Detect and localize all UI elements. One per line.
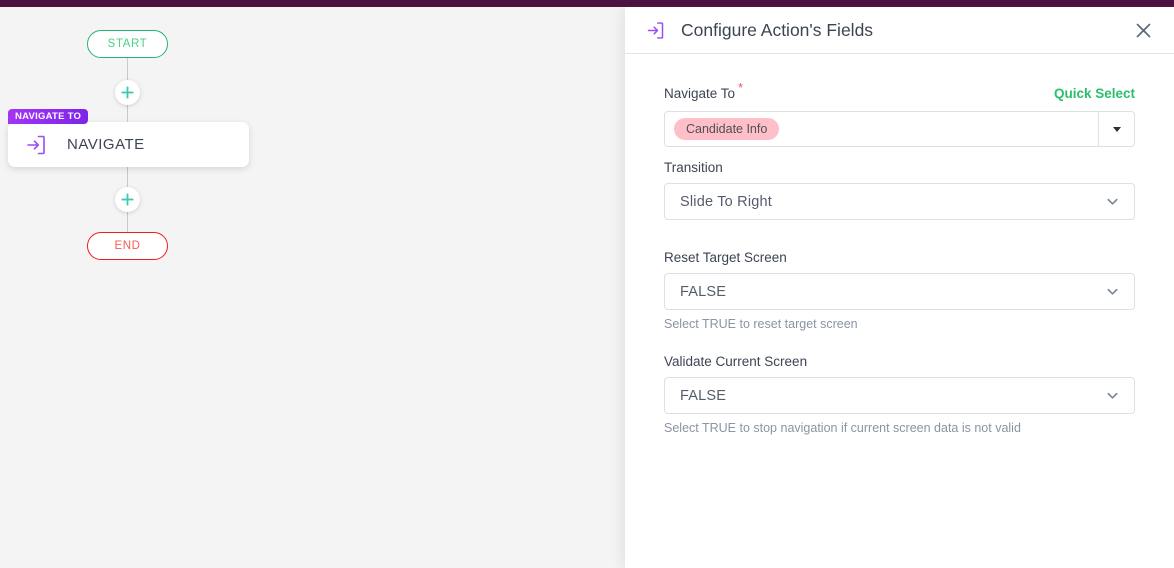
panel-body: Navigate To * Quick Select Candidate Info xyxy=(625,54,1174,435)
transition-select[interactable]: Slide To Right xyxy=(664,183,1135,220)
reset-target-screen-help: Select TRUE to reset target screen xyxy=(664,317,858,331)
field-label-row: Validate Current Screen xyxy=(664,354,1135,369)
caret-down-icon xyxy=(1112,126,1121,132)
field-label-row: Transition xyxy=(664,160,1135,175)
add-step-button-top[interactable] xyxy=(115,80,140,105)
field-label-navigate-to: Navigate To * xyxy=(664,81,743,103)
add-step-button-bottom[interactable] xyxy=(115,187,140,212)
chevron-down-icon xyxy=(1107,392,1118,399)
navigate-arrow-into-box-icon xyxy=(27,135,45,154)
app-root: START NAVIGATE TO NAVIGATE END Configure… xyxy=(0,0,1174,568)
chevron-down-icon xyxy=(1107,198,1118,205)
validate-current-screen-help: Select TRUE to stop navigation if curren… xyxy=(664,421,1021,435)
field-label-reset-target-screen: Reset Target Screen xyxy=(664,250,787,265)
transition-select-value: Slide To Right xyxy=(680,193,773,210)
chevron-down-icon xyxy=(1107,288,1118,295)
quick-select-link[interactable]: Quick Select xyxy=(1054,86,1135,101)
field-reset-target-screen: Reset Target Screen FALSE Select TRUE to… xyxy=(664,250,1135,331)
field-label-validate-current-screen: Validate Current Screen xyxy=(664,354,808,369)
flow-end-node[interactable]: END xyxy=(87,232,168,260)
panel-title: Configure Action's Fields xyxy=(681,19,874,40)
close-icon xyxy=(1136,23,1150,37)
field-label-row: Navigate To * Quick Select xyxy=(664,81,1135,103)
field-validate-current-screen: Validate Current Screen FALSE Select TRU… xyxy=(664,354,1135,435)
flow-canvas[interactable]: START NAVIGATE TO NAVIGATE END xyxy=(0,7,625,568)
panel-header: Configure Action's Fields xyxy=(625,7,1174,54)
field-label-row: Reset Target Screen xyxy=(664,250,1135,265)
flow-node-badge: NAVIGATE TO xyxy=(8,109,89,124)
field-label-text: Navigate To xyxy=(664,86,736,101)
close-panel-button[interactable] xyxy=(1130,17,1156,43)
selected-chip[interactable]: Candidate Info xyxy=(674,118,780,140)
field-navigate-to: Navigate To * Quick Select Candidate Info xyxy=(664,81,1135,147)
plus-icon xyxy=(121,193,134,206)
field-label-transition: Transition xyxy=(664,160,723,175)
flow-start-node[interactable]: START xyxy=(87,30,168,58)
configure-action-panel: Configure Action's Fields Navigate To * Q… xyxy=(625,7,1174,568)
flow-node-card[interactable]: NAVIGATE xyxy=(8,122,249,167)
validate-current-screen-value: FALSE xyxy=(680,387,727,404)
navigate-arrow-into-box-icon xyxy=(647,21,664,39)
top-accent-bar xyxy=(0,0,1174,7)
navigate-to-value-area[interactable]: Candidate Info xyxy=(665,112,1098,146)
validate-current-screen-select[interactable]: FALSE xyxy=(664,377,1135,414)
plus-icon xyxy=(121,86,134,99)
reset-target-screen-value: FALSE xyxy=(680,283,727,300)
navigate-to-multiselect[interactable]: Candidate Info xyxy=(664,111,1135,147)
required-marker: * xyxy=(738,79,744,95)
reset-target-screen-select[interactable]: FALSE xyxy=(664,273,1135,310)
field-transition: Transition Slide To Right xyxy=(664,160,1135,220)
navigate-to-dropdown-button[interactable] xyxy=(1098,112,1134,146)
flow-node-label: NAVIGATE xyxy=(67,136,145,153)
